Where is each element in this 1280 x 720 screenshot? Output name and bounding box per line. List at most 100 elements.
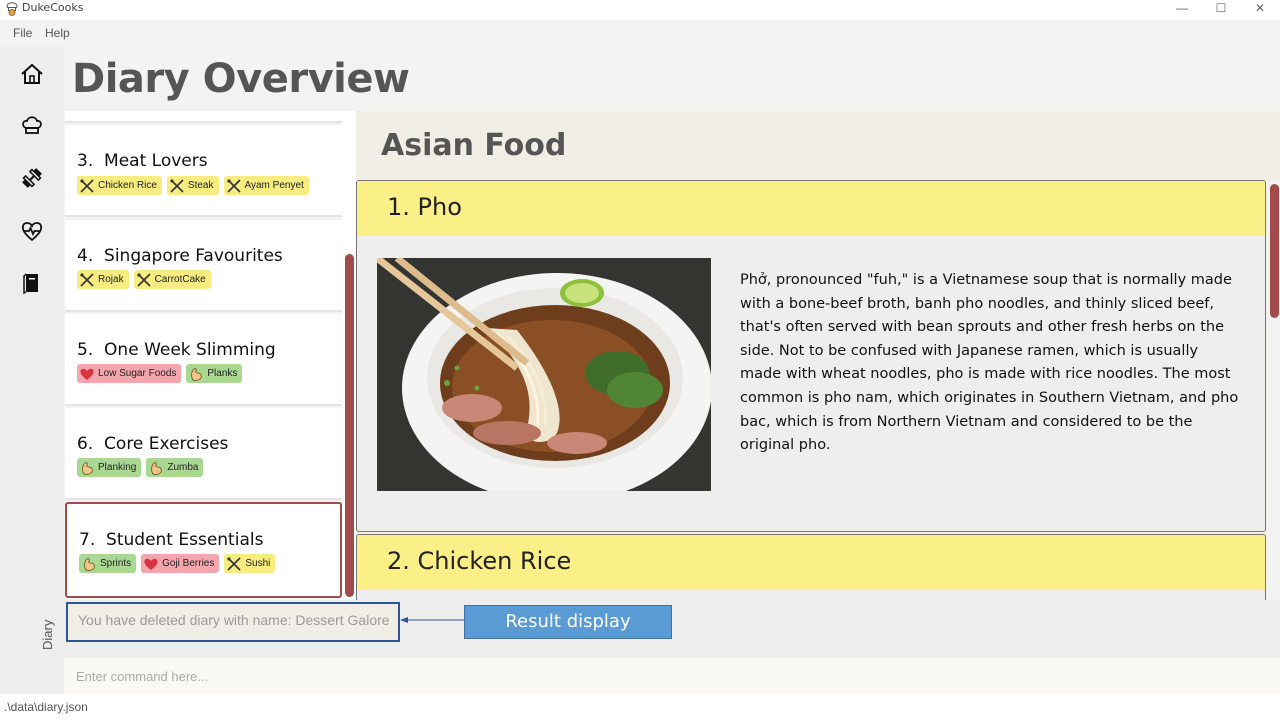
diary-tags: Chicken Rice Steak Ayam Penyet <box>77 176 309 195</box>
page-card[interactable]: 1. Pho Phở, pronounced "fuh," is a Vietn… <box>356 180 1266 532</box>
diary-card[interactable]: 3. Meat Lovers Chicken Rice Steak Ayam P… <box>65 125 342 217</box>
tag-label: Zumba <box>167 462 199 473</box>
tag-exercise: Sprints <box>79 554 137 573</box>
tag-label: Rojak <box>98 274 124 285</box>
tag-exercise: Zumba <box>146 458 204 477</box>
command-box <box>64 658 1280 694</box>
section-title: Asian Food <box>381 128 567 163</box>
title-bar: DukeCooks — ☐ ✕ <box>0 0 1280 20</box>
result-display: You have deleted diary with name: Desser… <box>66 602 400 642</box>
minimize-button[interactable]: — <box>1162 0 1202 20</box>
page-title: 2. Chicken Rice <box>387 547 572 575</box>
diary-number: 6. <box>77 434 94 454</box>
tag-label: Goji Berries <box>162 558 215 569</box>
tag-label: Sprints <box>100 558 132 569</box>
muscle-icon <box>191 367 203 381</box>
annotation-label: Result display <box>464 605 672 639</box>
diary-number: 4. <box>77 246 94 266</box>
tag-label: CarrotCake <box>154 274 206 285</box>
tag-label: Chicken Rice <box>98 180 157 191</box>
status-bar: .\data\diary.json <box>0 694 1280 720</box>
tag-label: Planking <box>98 462 137 473</box>
close-button[interactable]: ✕ <box>1240 0 1280 20</box>
diary-card[interactable]: 4. Singapore Favourites Rojak CarrotCake <box>65 220 342 312</box>
diary-title: 5. One Week Slimming <box>77 340 276 360</box>
app-window: DukeCooks — ☐ ✕ File Help Diary Diary Ov… <box>0 0 1280 720</box>
utensils-icon <box>80 272 94 287</box>
page-title: 1. Pho <box>387 193 462 221</box>
page-card-header: 1. Pho <box>357 181 1265 236</box>
tag-food: CarrotCake <box>133 270 211 289</box>
diary-title: 7. Student Essentials <box>79 530 263 550</box>
diary-tags: Rojak CarrotCake <box>77 270 211 289</box>
diary-tags: Low Sugar Foods Planks <box>77 364 243 383</box>
tag-food: Sushi <box>224 554 276 573</box>
diary-name: Singapore Favourites <box>104 246 283 266</box>
tag-label: Planks <box>207 368 238 379</box>
utensils-icon <box>136 272 151 287</box>
side-nav <box>0 46 64 694</box>
utensils-icon <box>226 178 241 193</box>
diary-name: One Week Slimming <box>104 340 276 360</box>
page-title: Diary Overview <box>72 56 410 102</box>
diary-title: 6. Core Exercises <box>77 434 228 454</box>
diary-number: 7. <box>79 530 96 550</box>
window-title: DukeCooks <box>22 1 84 14</box>
menu-help[interactable]: Help <box>45 26 70 40</box>
save-path: .\data\diary.json <box>4 700 88 714</box>
tag-label: Low Sugar Foods <box>98 368 177 379</box>
health-heart-icon[interactable] <box>20 219 44 243</box>
diary-card-partial[interactable] <box>65 111 342 123</box>
diary-name: Student Essentials <box>106 530 264 550</box>
tag-food: Ayam Penyet <box>223 176 309 195</box>
heart-icon <box>144 558 158 570</box>
diary-title: 4. Singapore Favourites <box>77 246 283 266</box>
diary-book-icon[interactable] <box>20 271 44 295</box>
page-header: Diary Overview <box>64 46 1280 111</box>
tag-health: Goji Berries <box>141 554 220 573</box>
diary-list: 3. Meat Lovers Chicken Rice Steak Ayam P… <box>64 111 356 600</box>
tag-label: Ayam Penyet <box>244 180 304 191</box>
diary-tags: Sprints Goji Berries Sushi <box>79 554 276 573</box>
command-input[interactable] <box>68 664 1268 688</box>
menu-file[interactable]: File <box>13 26 32 40</box>
muscle-icon <box>84 557 95 571</box>
tag-food: Chicken Rice <box>77 176 162 195</box>
diary-name: Core Exercises <box>104 434 229 454</box>
diary-card[interactable]: 6. Core Exercises Planking Zumba <box>65 408 342 500</box>
pho-image <box>377 258 711 491</box>
muscle-icon <box>151 461 163 475</box>
chef-app-icon <box>6 2 18 16</box>
muscle-icon <box>82 461 93 475</box>
page-description: Phở, pronounced "fuh," is a Vietnamese s… <box>740 272 1239 454</box>
diary-title: 3. Meat Lovers <box>77 151 208 171</box>
diary-card[interactable]: 5. One Week Slimming Low Sugar Foods Pla… <box>65 314 342 406</box>
content-scroll-thumb[interactable] <box>1270 184 1279 318</box>
result-text: You have deleted diary with name: Desser… <box>78 612 390 628</box>
chef-hat-icon[interactable] <box>20 113 44 137</box>
diary-number: 5. <box>77 340 94 360</box>
annotation-arrow <box>400 617 464 623</box>
heart-icon <box>80 368 94 380</box>
utensils-icon <box>227 556 241 571</box>
maximize-button[interactable]: ☐ <box>1201 0 1241 20</box>
diary-content: Asian Food 1. Pho Phở, pronounced "fuh,"… <box>356 111 1280 600</box>
tag-label: Sushi <box>245 558 271 569</box>
utensils-icon <box>80 178 94 193</box>
home-icon[interactable] <box>20 62 44 86</box>
tag-exercise: Planking <box>77 458 142 477</box>
tag-exercise: Planks <box>186 364 243 383</box>
diary-list-scroll-thumb[interactable] <box>345 254 354 597</box>
diary-name: Meat Lovers <box>104 151 208 171</box>
nav-current-label: Diary <box>40 619 55 650</box>
tag-food: Rojak <box>77 270 129 289</box>
page-card-header: 2. Chicken Rice <box>357 535 1265 590</box>
dumbbell-icon[interactable] <box>20 166 44 190</box>
diary-number: 3. <box>77 151 94 171</box>
page-card[interactable]: 2. Chicken Rice <box>356 534 1266 600</box>
menu-bar: File Help <box>0 20 1280 46</box>
tag-food: Steak <box>166 176 219 195</box>
tag-label: Steak <box>187 180 214 191</box>
diary-card-selected[interactable]: 7. Student Essentials Sprints Goji Berri… <box>65 502 342 598</box>
tag-health: Low Sugar Foods <box>77 364 182 383</box>
